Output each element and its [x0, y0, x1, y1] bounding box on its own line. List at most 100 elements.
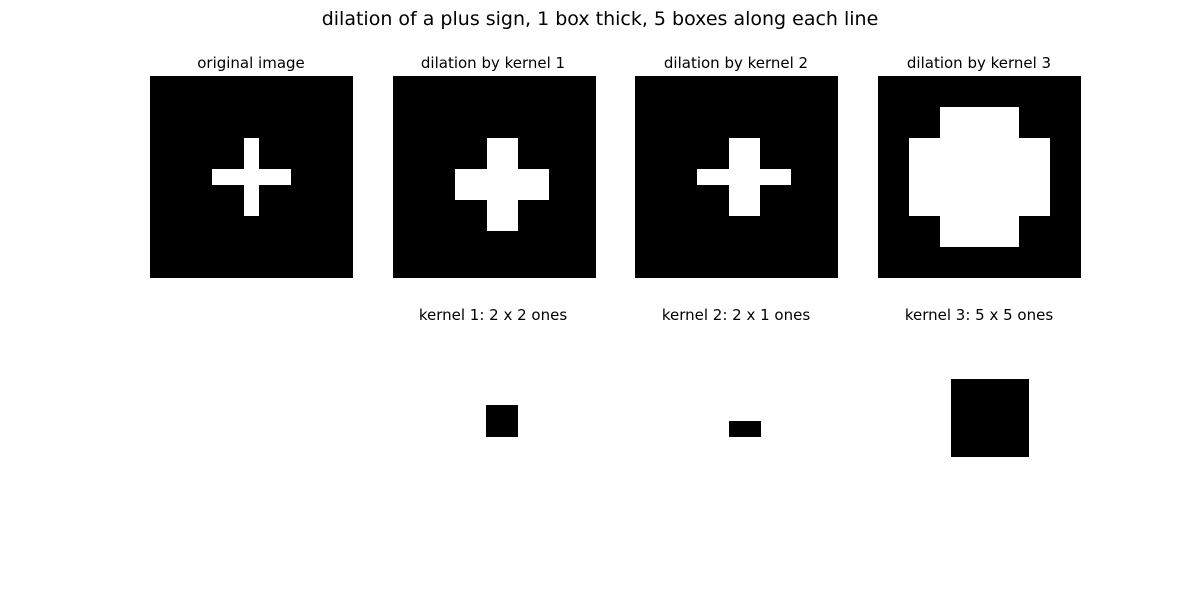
foreground-cell: [1003, 107, 1019, 123]
foreground-cell: [987, 185, 1003, 200]
foreground-cell: [972, 154, 987, 169]
foreground-cell: [987, 216, 1003, 231]
foreground-cell: [925, 138, 940, 154]
foreground-cell: [729, 185, 744, 200]
foreground-cell: [487, 200, 502, 216]
foreground-cell: [502, 138, 518, 154]
foreground-cell: [502, 154, 518, 169]
foreground-cell: [972, 200, 987, 216]
foreground-cell: [987, 169, 1003, 185]
panel-dilation-kernel-2: [635, 76, 838, 278]
foreground-cell: [502, 216, 518, 231]
foreground-cell: [956, 107, 972, 123]
foreground-cell: [987, 231, 1003, 247]
foreground-cell: [940, 169, 956, 185]
foreground-cell: [455, 169, 471, 185]
foreground-cell: [1034, 169, 1050, 185]
foreground-cell: [518, 169, 534, 185]
kernel-1-shape: [486, 405, 518, 437]
panel-title-dilation-kernel-1: dilation by kernel 1: [420, 54, 566, 72]
foreground-cell: [940, 216, 956, 231]
foreground-cell: [956, 123, 972, 138]
foreground-cell: [244, 154, 259, 169]
foreground-cell: [925, 154, 940, 169]
foreground-cell: [776, 169, 791, 185]
foreground-cell: [940, 200, 956, 216]
foreground-cell: [972, 123, 987, 138]
foreground-cell: [744, 154, 760, 169]
foreground-cell: [1003, 154, 1019, 169]
foreground-cell: [1003, 138, 1019, 154]
foreground-cell: [925, 200, 940, 216]
foreground-cell: [744, 138, 760, 154]
foreground-cell: [956, 138, 972, 154]
foreground-cell: [744, 200, 760, 216]
kernel-3-shape: [951, 379, 1029, 457]
panel-dilation-kernel-3: [878, 76, 1081, 278]
foreground-cell: [956, 200, 972, 216]
foreground-cell: [471, 185, 487, 200]
foreground-cell: [972, 185, 987, 200]
foreground-cell: [956, 169, 972, 185]
foreground-cell: [1034, 138, 1050, 154]
foreground-cell: [487, 138, 502, 154]
foreground-cell: [697, 169, 713, 185]
foreground-cell: [1003, 231, 1019, 247]
foreground-cell: [1019, 200, 1034, 216]
foreground-cell: [244, 200, 259, 216]
kernel-3-title: kernel 3: 5 x 5 ones: [904, 306, 1054, 324]
foreground-cell: [1019, 138, 1034, 154]
foreground-cell: [713, 169, 729, 185]
foreground-cell: [987, 123, 1003, 138]
foreground-cell: [1019, 169, 1034, 185]
foreground-cell: [244, 169, 259, 185]
foreground-cell: [909, 169, 925, 185]
foreground-cell: [1019, 154, 1034, 169]
foreground-cell: [275, 169, 291, 185]
foreground-cell: [487, 154, 502, 169]
foreground-cell: [1003, 185, 1019, 200]
foreground-cell: [518, 185, 534, 200]
foreground-cell: [212, 169, 228, 185]
foreground-cell: [925, 169, 940, 185]
foreground-cell: [909, 185, 925, 200]
panel-title-original: original image: [197, 54, 305, 72]
foreground-cell: [940, 154, 956, 169]
foreground-cell: [244, 185, 259, 200]
foreground-cell: [487, 185, 502, 200]
foreground-cell: [909, 154, 925, 169]
foreground-cell: [987, 107, 1003, 123]
foreground-cell: [1019, 185, 1034, 200]
foreground-cell: [228, 169, 244, 185]
foreground-cell: [502, 169, 518, 185]
foreground-cell: [1034, 185, 1050, 200]
foreground-cell: [987, 154, 1003, 169]
foreground-cell: [940, 107, 956, 123]
foreground-cell: [1003, 216, 1019, 231]
foreground-cell: [244, 138, 259, 154]
foreground-cell: [729, 154, 744, 169]
foreground-cell: [1034, 154, 1050, 169]
panel-title-dilation-kernel-2: dilation by kernel 2: [663, 54, 809, 72]
foreground-cell: [729, 200, 744, 216]
foreground-cell: [987, 138, 1003, 154]
foreground-cell: [956, 154, 972, 169]
kernel-1-title: kernel 1: 2 x 2 ones: [418, 306, 568, 324]
figure-title: dilation of a plus sign, 1 box thick, 5 …: [321, 8, 879, 30]
foreground-cell: [534, 169, 549, 185]
foreground-cell: [972, 107, 987, 123]
foreground-cell: [487, 216, 502, 231]
foreground-cell: [1003, 123, 1019, 138]
foreground-cell: [972, 169, 987, 185]
panel-dilation-kernel-1: [393, 76, 596, 278]
foreground-cell: [940, 123, 956, 138]
kernel-2-shape: [729, 421, 761, 437]
foreground-cell: [1034, 200, 1050, 216]
foreground-cell: [972, 216, 987, 231]
foreground-cell: [972, 231, 987, 247]
panel-title-dilation-kernel-3: dilation by kernel 3: [906, 54, 1052, 72]
foreground-cell: [487, 169, 502, 185]
foreground-cell: [909, 138, 925, 154]
foreground-cell: [502, 200, 518, 216]
foreground-cell: [940, 138, 956, 154]
